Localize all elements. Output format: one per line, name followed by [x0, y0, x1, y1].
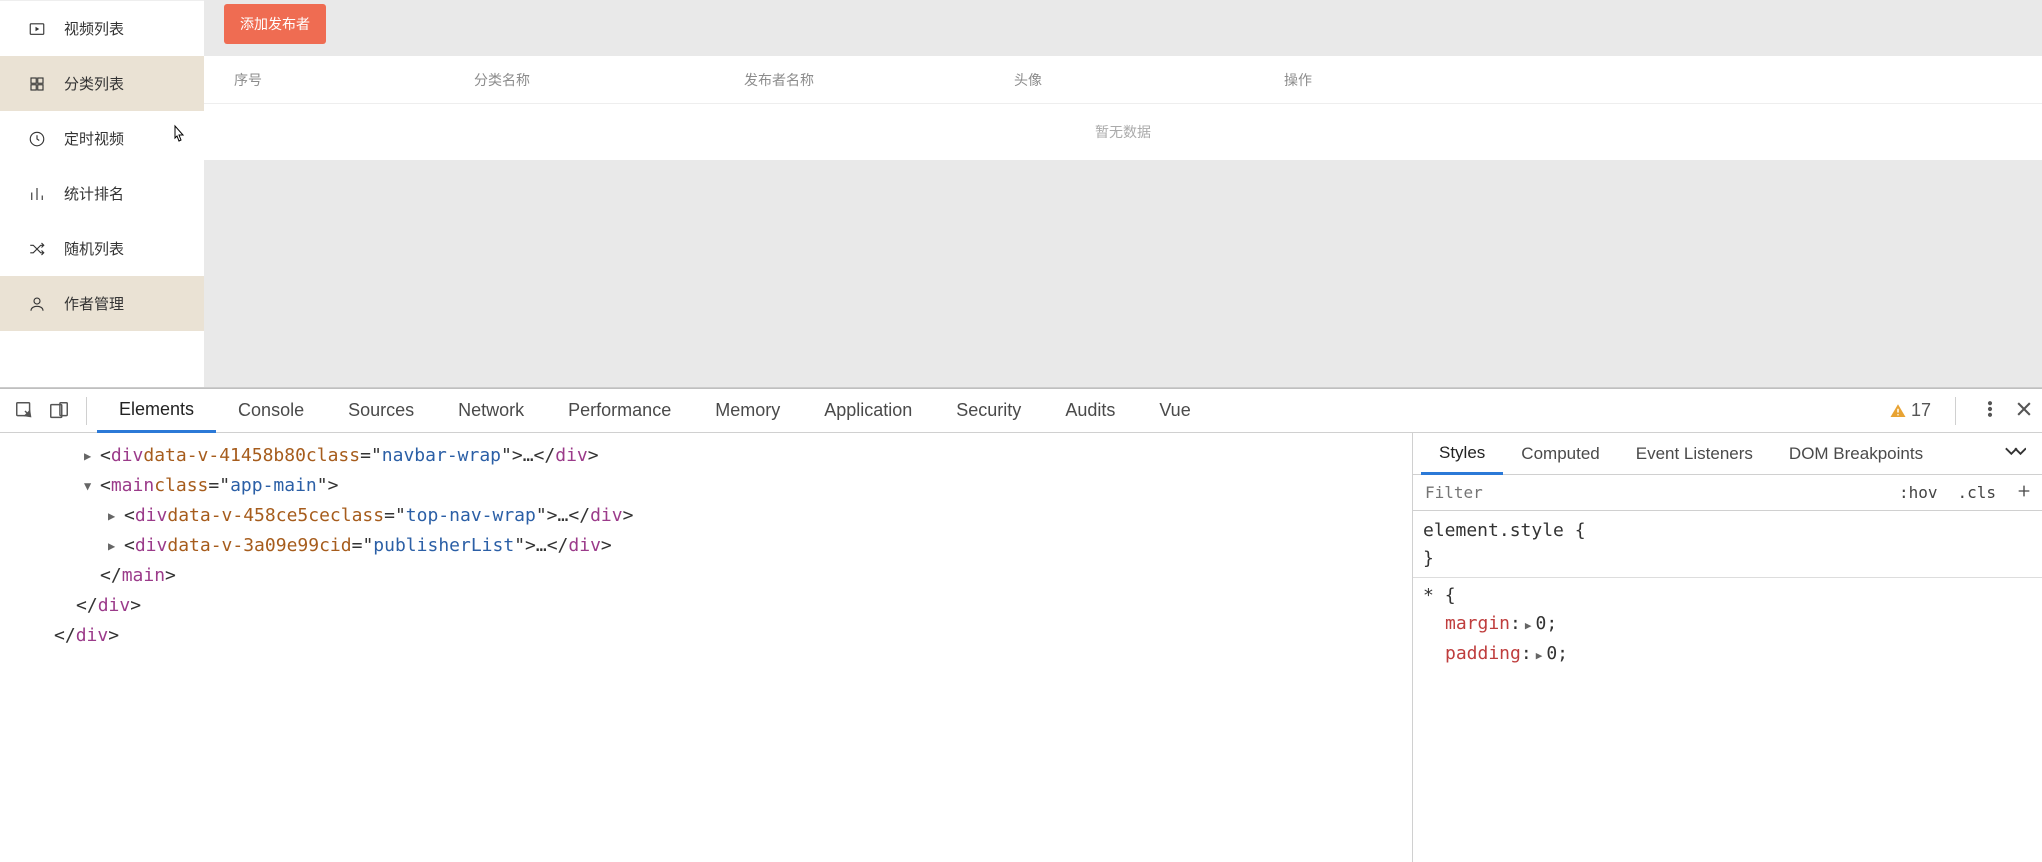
tab-vue[interactable]: Vue	[1137, 389, 1212, 433]
sidebar-item-video-list[interactable]: 视频列表	[0, 1, 204, 56]
publisher-table: 序号 分类名称 发布者名称 头像 操作 暂无数据	[204, 56, 2042, 160]
separator	[1955, 397, 1956, 425]
sidebar-item-random-list[interactable]: 随机列表	[0, 221, 204, 276]
col-publisher: 发布者名称	[744, 70, 1014, 90]
styles-tab-breakpoints[interactable]: DOM Breakpoints	[1771, 433, 1941, 475]
table-header: 序号 分类名称 发布者名称 头像 操作	[204, 56, 2042, 104]
tab-sources[interactable]: Sources	[326, 389, 436, 433]
user-icon	[28, 295, 46, 313]
inspect-icon[interactable]	[8, 394, 42, 428]
cls-toggle[interactable]: .cls	[1947, 483, 2006, 502]
elements-tree[interactable]: ▶<div data-v-41458b80 class="navbar-wrap…	[0, 433, 1412, 862]
bar-chart-icon	[28, 185, 46, 203]
tab-performance[interactable]: Performance	[546, 389, 693, 433]
tab-network[interactable]: Network	[436, 389, 546, 433]
col-action: 操作	[1284, 70, 2042, 90]
styles-filter-row: :hov .cls	[1413, 475, 2042, 511]
tab-memory[interactable]: Memory	[693, 389, 802, 433]
devtools-tabs: Elements Console Sources Network Perform…	[0, 389, 2042, 433]
sidebar-item-stats-ranking[interactable]: 统计排名	[0, 166, 204, 221]
sidebar-item-scheduled-video[interactable]: 定时视频	[0, 111, 204, 166]
clock-icon	[28, 130, 46, 148]
styles-tab-listeners[interactable]: Event Listeners	[1618, 433, 1771, 475]
col-avatar: 头像	[1014, 70, 1284, 90]
add-publisher-button[interactable]: 添加发布者	[224, 4, 326, 44]
sidebar-item-author-manage[interactable]: 作者管理	[0, 276, 204, 331]
col-seq: 序号	[204, 70, 474, 90]
tab-elements[interactable]: Elements	[97, 389, 216, 433]
tab-application[interactable]: Application	[802, 389, 934, 433]
sidebar-item-label: 视频列表	[64, 18, 124, 39]
tab-audits[interactable]: Audits	[1043, 389, 1137, 433]
play-icon	[28, 20, 46, 38]
sidebar-item-label: 随机列表	[64, 238, 124, 259]
table-empty-text: 暂无数据	[204, 104, 2042, 160]
sidebar-item-label: 分类列表	[64, 73, 124, 94]
styles-panel: Styles Computed Event Listeners DOM Brea…	[1412, 433, 2042, 862]
hov-toggle[interactable]: :hov	[1889, 483, 1948, 502]
tab-console[interactable]: Console	[216, 389, 326, 433]
add-rule-icon[interactable]	[2006, 483, 2042, 503]
styles-rules[interactable]: element.style { } * { margin:▶0; padding…	[1413, 511, 2042, 862]
separator	[86, 397, 87, 425]
app-pane: 视频列表 分类列表 定时视频 统计排名 随机列表 作者管理	[0, 0, 2042, 388]
grid-icon	[28, 75, 46, 93]
styles-more-icon[interactable]	[1996, 445, 2034, 462]
sidebar-item-category-list[interactable]: 分类列表	[0, 56, 204, 111]
sidebar-item-label: 定时视频	[64, 128, 124, 149]
sidebar-item-label: 作者管理	[64, 293, 124, 314]
close-icon[interactable]	[2014, 399, 2034, 422]
warnings-count: 17	[1911, 400, 1931, 421]
tab-security[interactable]: Security	[934, 389, 1043, 433]
device-toggle-icon[interactable]	[42, 394, 76, 428]
devtools-panel: Elements Console Sources Network Perform…	[0, 388, 2042, 862]
sidebar: 视频列表 分类列表 定时视频 统计排名 随机列表 作者管理	[0, 0, 204, 387]
styles-tab-computed[interactable]: Computed	[1503, 433, 1617, 475]
main-content: 添加发布者 序号 分类名称 发布者名称 头像 操作 暂无数据	[204, 0, 2042, 387]
styles-tabs: Styles Computed Event Listeners DOM Brea…	[1413, 433, 2042, 475]
more-icon[interactable]	[1980, 399, 2000, 422]
col-category: 分类名称	[474, 70, 744, 90]
shuffle-icon	[28, 240, 46, 258]
sidebar-item-label: 统计排名	[64, 183, 124, 204]
styles-filter-input[interactable]	[1413, 475, 1889, 510]
styles-tab-styles[interactable]: Styles	[1421, 433, 1503, 475]
warnings-badge[interactable]: 17	[1889, 400, 1931, 421]
